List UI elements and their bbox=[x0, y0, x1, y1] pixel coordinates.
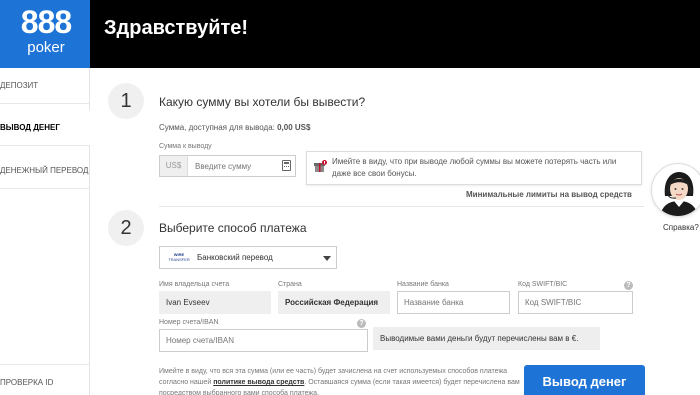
currency-label: US$ bbox=[160, 156, 188, 176]
amount-input[interactable] bbox=[189, 156, 281, 176]
brand-logo[interactable]: 888 poker bbox=[0, 0, 90, 68]
step-2-title: Выберите способ платежа bbox=[159, 221, 307, 235]
page: 888 poker Здравствуйте! ДЕПОЗИТ ВЫВОД ДЕ… bbox=[0, 0, 700, 395]
warning-text: Имейте в виду, что при выводе любой сумм… bbox=[332, 157, 617, 178]
chevron-down-icon bbox=[323, 256, 331, 261]
country-label: Страна bbox=[278, 281, 302, 288]
payment-method-label: Банковский перевод bbox=[197, 253, 273, 262]
sidebar-item-id-check[interactable]: ПРОВЕРКА ID bbox=[0, 364, 90, 395]
currency-notice: Выводимые вами деньги будут перечислены … bbox=[373, 327, 600, 350]
section-divider bbox=[159, 206, 644, 207]
amount-label: Сумма к выводу bbox=[159, 143, 212, 150]
min-limits-link[interactable]: Минимальные лимиты на вывод средств bbox=[466, 190, 632, 199]
sidebar: ДЕПОЗИТ ВЫВОД ДЕНЕГ ДЕНЕЖНЫЙ ПЕРЕВОД ПРО… bbox=[0, 68, 90, 395]
calculator-icon[interactable] bbox=[282, 160, 291, 171]
withdraw-button[interactable]: Вывод денег bbox=[524, 365, 645, 395]
wire-badge-bottom: TRANSFER bbox=[168, 257, 190, 262]
available-value: 0,00 US$ bbox=[277, 123, 311, 132]
holder-name-field: Ivan Evseev bbox=[159, 291, 271, 314]
bonus-warning: Имейте в виду, что при выводе любой сумм… bbox=[306, 151, 642, 185]
page-title: Здравствуйте! bbox=[104, 17, 249, 39]
account-input[interactable] bbox=[159, 329, 368, 352]
help-label[interactable]: Справка? bbox=[663, 223, 699, 232]
holder-label: Имя владельца счета bbox=[159, 281, 230, 288]
bank-label: Название банка bbox=[397, 281, 449, 288]
logo-word: poker bbox=[27, 39, 65, 56]
available-label: Сумма, доступная для вывода: bbox=[159, 123, 275, 132]
withdrawal-policy-text: Имейте в виду, что вся эта сумма (или ее… bbox=[159, 366, 523, 395]
account-label: Номер счета/IBAN bbox=[159, 319, 219, 326]
sidebar-item-deposit[interactable]: ДЕПОЗИТ bbox=[0, 68, 90, 104]
sidebar-item-withdraw[interactable]: ВЫВОД ДЕНЕГ bbox=[0, 110, 90, 146]
step-1-title: Какую сумму вы хотели бы вывести? bbox=[159, 95, 366, 109]
account-help-icon[interactable]: ? bbox=[357, 319, 366, 328]
sidebar-item-transfer[interactable]: ДЕНЕЖНЫЙ ПЕРЕВОД bbox=[0, 153, 90, 189]
payment-method-select[interactable]: WIRE TRANSFER Банковский перевод bbox=[159, 246, 337, 269]
support-agent-icon bbox=[660, 172, 698, 216]
top-header: 888 poker Здравствуйте! bbox=[0, 0, 700, 68]
gift-warning-icon bbox=[314, 160, 327, 172]
wire-transfer-icon: WIRE TRANSFER bbox=[166, 252, 192, 263]
step-1-number: 1 bbox=[108, 83, 144, 119]
step-2-number: 2 bbox=[108, 210, 144, 246]
bank-name-input[interactable] bbox=[397, 291, 510, 314]
swift-label: Код SWIFT/BIC bbox=[518, 281, 568, 288]
swift-input[interactable] bbox=[518, 291, 633, 314]
support-avatar[interactable] bbox=[651, 163, 700, 217]
logo-number: 888 bbox=[20, 4, 72, 40]
policy-link[interactable]: политике вывода средств bbox=[213, 379, 304, 386]
available-balance: Сумма, доступная для вывода: 0,00 US$ bbox=[159, 123, 310, 132]
country-field: Российская Федерация bbox=[278, 291, 390, 314]
swift-help-icon[interactable]: ? bbox=[624, 281, 633, 290]
amount-field: US$ bbox=[159, 155, 296, 177]
